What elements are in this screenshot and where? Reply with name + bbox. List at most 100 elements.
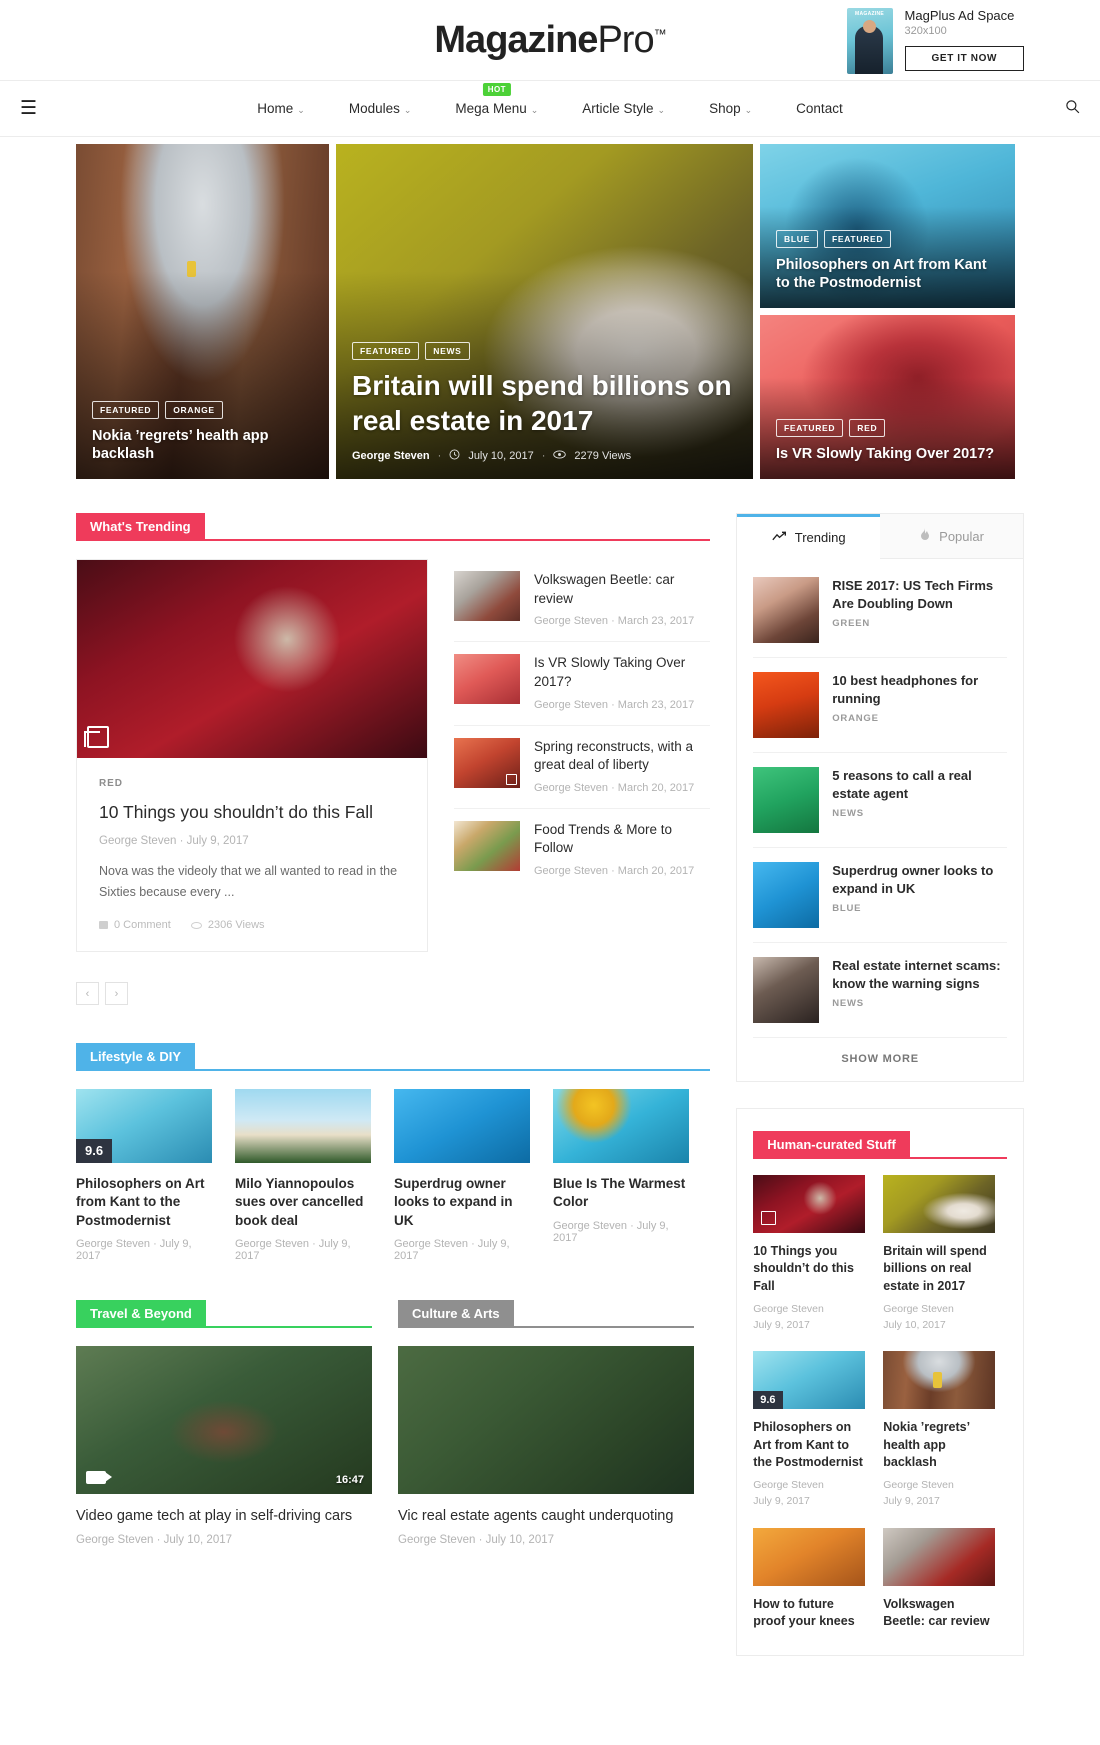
badge-news[interactable]: NEWS	[425, 342, 470, 360]
trending-popular-widget: Trending Popular RISE 2017: US Tech Firm…	[736, 513, 1024, 1082]
curated-card[interactable]: How to future proof your knees	[753, 1527, 866, 1638]
meta-separator: ·	[611, 781, 618, 794]
pagination-prev-button[interactable]: ‹	[76, 982, 99, 1006]
culture-card-image[interactable]	[398, 1345, 694, 1494]
card-author: George Steven	[553, 1219, 627, 1232]
list-title[interactable]: Food Trends & More to Follow	[534, 821, 710, 858]
card-title[interactable]: 10 Things you shouldn’t do this Fall	[753, 1243, 865, 1295]
grid-card[interactable]: Blue Is The Warmest Color George Steven …	[553, 1089, 689, 1262]
search-icon[interactable]	[1065, 99, 1080, 119]
widget-item[interactable]: RISE 2017: US Tech Firms Are Doubling Do…	[753, 563, 1007, 658]
widget-category[interactable]: NEWS	[832, 808, 1007, 819]
hot-badge: HOT	[482, 83, 511, 96]
card-title[interactable]: Philosophers on Art from Kant to the Pos…	[753, 1419, 865, 1471]
hero-title[interactable]: Is VR Slowly Taking Over 2017?	[776, 445, 999, 463]
widget-title[interactable]: Real estate internet scams: know the war…	[832, 957, 1007, 992]
card-image	[753, 1175, 866, 1233]
hero-title[interactable]: Philosophers on Art from Kant to the Pos…	[776, 256, 999, 292]
ad-cta-button[interactable]: GET IT NOW	[904, 46, 1024, 71]
widget-title[interactable]: 10 best headphones for running	[832, 672, 1007, 707]
grid-card[interactable]: Milo Yiannopoulos sues over cancelled bo…	[235, 1089, 371, 1262]
content-area: What's Trending RED 10 Things you should…	[76, 479, 1024, 1656]
badge-featured[interactable]: FEATURED	[92, 400, 160, 419]
list-thumbnail	[454, 820, 520, 871]
nav-item-mega-menu[interactable]: HOT Mega Menu ⌄	[433, 83, 560, 116]
travel-card-image[interactable]: 16:47	[76, 1345, 372, 1494]
logo-light: Pro	[597, 18, 654, 61]
tab-trending[interactable]: Trending	[737, 514, 881, 559]
card-title[interactable]: Philosophers on Art from Kant to the Pos…	[76, 1175, 212, 1230]
badge-featured[interactable]: FEATURED	[352, 342, 420, 360]
list-author: George Steven	[534, 698, 608, 711]
list-item[interactable]: Volkswagen Beetle: car review George Ste…	[454, 559, 711, 643]
eye-icon	[553, 450, 567, 462]
list-item[interactable]: Food Trends & More to Follow George Stev…	[454, 809, 710, 891]
widget-category[interactable]: NEWS	[832, 998, 1007, 1009]
hero-card-vr[interactable]: FEATURED RED Is VR Slowly Taking Over 20…	[760, 315, 1015, 479]
curated-card[interactable]: 9.6 Philosophers on Art from Kant to the…	[753, 1351, 866, 1510]
list-item[interactable]: Is VR Slowly Taking Over 2017? George St…	[454, 642, 711, 726]
list-title[interactable]: Is VR Slowly Taking Over 2017?	[534, 654, 710, 691]
list-author: George Steven	[534, 615, 608, 628]
nav-item-shop[interactable]: Shop ⌄	[687, 101, 774, 116]
category-label[interactable]: RED	[99, 778, 405, 789]
tab-popular[interactable]: Popular	[880, 514, 1024, 559]
widget-category[interactable]: ORANGE	[832, 713, 1007, 724]
curated-card[interactable]: Britain will spend billions on real esta…	[883, 1175, 996, 1333]
card-meta: George Steven July 9, 2017	[753, 1478, 865, 1510]
card-author: George Steven	[753, 1479, 824, 1491]
grid-card[interactable]: 9.6 Philosophers on Art from Kant to the…	[76, 1089, 212, 1262]
card-title[interactable]: Volkswagen Beetle: car review	[883, 1596, 995, 1631]
list-item[interactable]: Spring reconstructs, with a great deal o…	[454, 726, 711, 809]
widget-category[interactable]: GREEN	[832, 618, 1007, 629]
nav-item-modules[interactable]: Modules ⌄	[327, 101, 434, 116]
show-more-button[interactable]: SHOW MORE	[737, 1038, 1023, 1081]
hero-card-britain[interactable]: FEATURED NEWS Britain will spend billion…	[336, 144, 753, 479]
nav-item-contact[interactable]: Contact	[774, 101, 865, 116]
card-title[interactable]: Britain will spend billions on real esta…	[883, 1243, 995, 1295]
feature-date: July 9, 2017	[186, 834, 249, 847]
nav-item-article-style[interactable]: Article Style ⌄	[560, 101, 687, 116]
hero-author[interactable]: George Steven	[352, 450, 430, 462]
nav-item-home[interactable]: Home ⌄	[235, 101, 327, 116]
badge-featured[interactable]: FEATURED	[823, 229, 892, 248]
card-title[interactable]: Blue Is The Warmest Color	[553, 1175, 689, 1211]
list-title[interactable]: Spring reconstructs, with a great deal o…	[534, 738, 710, 775]
card-title[interactable]: Milo Yiannopoulos sues over cancelled bo…	[235, 1175, 371, 1230]
widget-item[interactable]: 10 best headphones for running ORANGE	[753, 658, 1007, 753]
curated-card[interactable]: 10 Things you shouldn’t do this Fall Geo…	[753, 1175, 866, 1333]
hero-title[interactable]: Britain will spend billions on real esta…	[352, 368, 737, 438]
badge-red[interactable]: RED	[849, 418, 886, 437]
culture-card-title[interactable]: Vic real estate agents caught underquoti…	[398, 1507, 694, 1527]
badge-blue[interactable]: BLUE	[776, 229, 818, 248]
card-meta: George Steven · July 9, 2017	[394, 1238, 530, 1262]
widget-title[interactable]: Superdrug owner looks to expand in UK	[832, 862, 1007, 897]
badge-featured[interactable]: FEATURED	[776, 418, 844, 437]
widget-title[interactable]: 5 reasons to call a real estate agent	[832, 767, 1007, 802]
hero-title[interactable]: Nokia ’regrets’ health app backlash	[92, 427, 313, 463]
widget-item[interactable]: Real estate internet scams: know the war…	[753, 943, 1007, 1038]
card-title[interactable]: Superdrug owner looks to expand in UK	[394, 1175, 530, 1230]
card-title[interactable]: Nokia ’regrets’ health app backlash	[883, 1419, 995, 1471]
grid-card[interactable]: Superdrug owner looks to expand in UK Ge…	[394, 1089, 530, 1262]
widget-category[interactable]: BLUE	[832, 903, 1007, 914]
section-header-lifestyle: Lifestyle & DIY	[76, 1043, 711, 1072]
rating-value: 9.6	[760, 1394, 776, 1407]
hamburger-icon[interactable]: ☰	[20, 99, 37, 118]
hero-card-nokia[interactable]: FEATURED ORANGE Nokia ’regrets’ health a…	[76, 144, 329, 479]
feature-title[interactable]: 10 Things you shouldn’t do this Fall	[99, 801, 405, 825]
card-title[interactable]: How to future proof your knees	[753, 1596, 865, 1631]
hero-card-philosophers[interactable]: BLUE FEATURED Philosophers on Art from K…	[760, 144, 1015, 308]
video-icon	[86, 1470, 112, 1484]
badge-orange[interactable]: ORANGE	[165, 400, 223, 419]
pagination-next-button[interactable]: ›	[105, 982, 128, 1006]
widget-item[interactable]: Superdrug owner looks to expand in UK BL…	[753, 848, 1007, 943]
feature-article-card[interactable]: RED 10 Things you shouldn’t do this Fall…	[76, 559, 428, 953]
widget-item[interactable]: 5 reasons to call a real estate agent NE…	[753, 753, 1007, 848]
curated-card[interactable]: Volkswagen Beetle: car review	[883, 1527, 996, 1638]
ad-banner[interactable]: MAGAZINE MagPlus Ad Space 320x100 GET IT…	[846, 8, 1024, 74]
widget-title[interactable]: RISE 2017: US Tech Firms Are Doubling Do…	[832, 577, 1007, 612]
travel-card-title[interactable]: Video game tech at play in self-driving …	[76, 1507, 372, 1527]
list-title[interactable]: Volkswagen Beetle: car review	[534, 571, 710, 608]
curated-card[interactable]: Nokia ’regrets’ health app backlash Geor…	[883, 1351, 996, 1509]
